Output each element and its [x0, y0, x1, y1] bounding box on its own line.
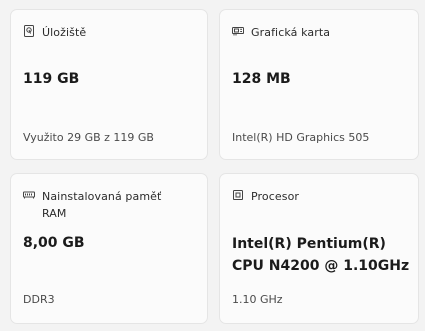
memory-type: DDR3	[23, 293, 55, 306]
storage-size: 119 GB	[23, 71, 80, 87]
card-header: Procesor	[232, 188, 408, 205]
graphics-card-label: Grafická karta	[251, 26, 331, 39]
memory-size: 8,00 GB	[23, 235, 85, 251]
card-header: Úložiště	[23, 24, 197, 41]
processor-card[interactable]: Procesor Intel(R) Pentium(R) CPU N4200 @…	[219, 173, 419, 324]
storage-label: Úložiště	[42, 26, 87, 39]
card-header: Nainstalovaná paměť RAM	[23, 188, 197, 222]
memory-icon	[23, 189, 35, 201]
storage-icon	[23, 25, 35, 37]
card-header: Grafická karta	[232, 24, 408, 41]
storage-card[interactable]: Úložiště 119 GB Využito 29 GB z 119 GB	[10, 9, 208, 160]
graphics-adapter-name: Intel(R) HD Graphics 505	[232, 131, 370, 144]
processor-speed: 1.10 GHz	[232, 293, 283, 306]
memory-card[interactable]: Nainstalovaná paměť RAM 8,00 GB DDR3	[10, 173, 208, 324]
processor-name: Intel(R) Pentium(R) CPU N4200 @ 1.10GHz	[232, 236, 410, 274]
graphics-card-icon	[232, 25, 244, 37]
storage-usage: Využito 29 GB z 119 GB	[23, 131, 154, 144]
processor-icon	[232, 189, 244, 201]
graphics-memory: 128 MB	[232, 71, 291, 87]
memory-label: Nainstalovaná paměť RAM	[42, 190, 162, 220]
graphics-card-card[interactable]: Grafická karta 128 MB Intel(R) HD Graphi…	[219, 9, 419, 160]
processor-label: Procesor	[251, 190, 300, 203]
